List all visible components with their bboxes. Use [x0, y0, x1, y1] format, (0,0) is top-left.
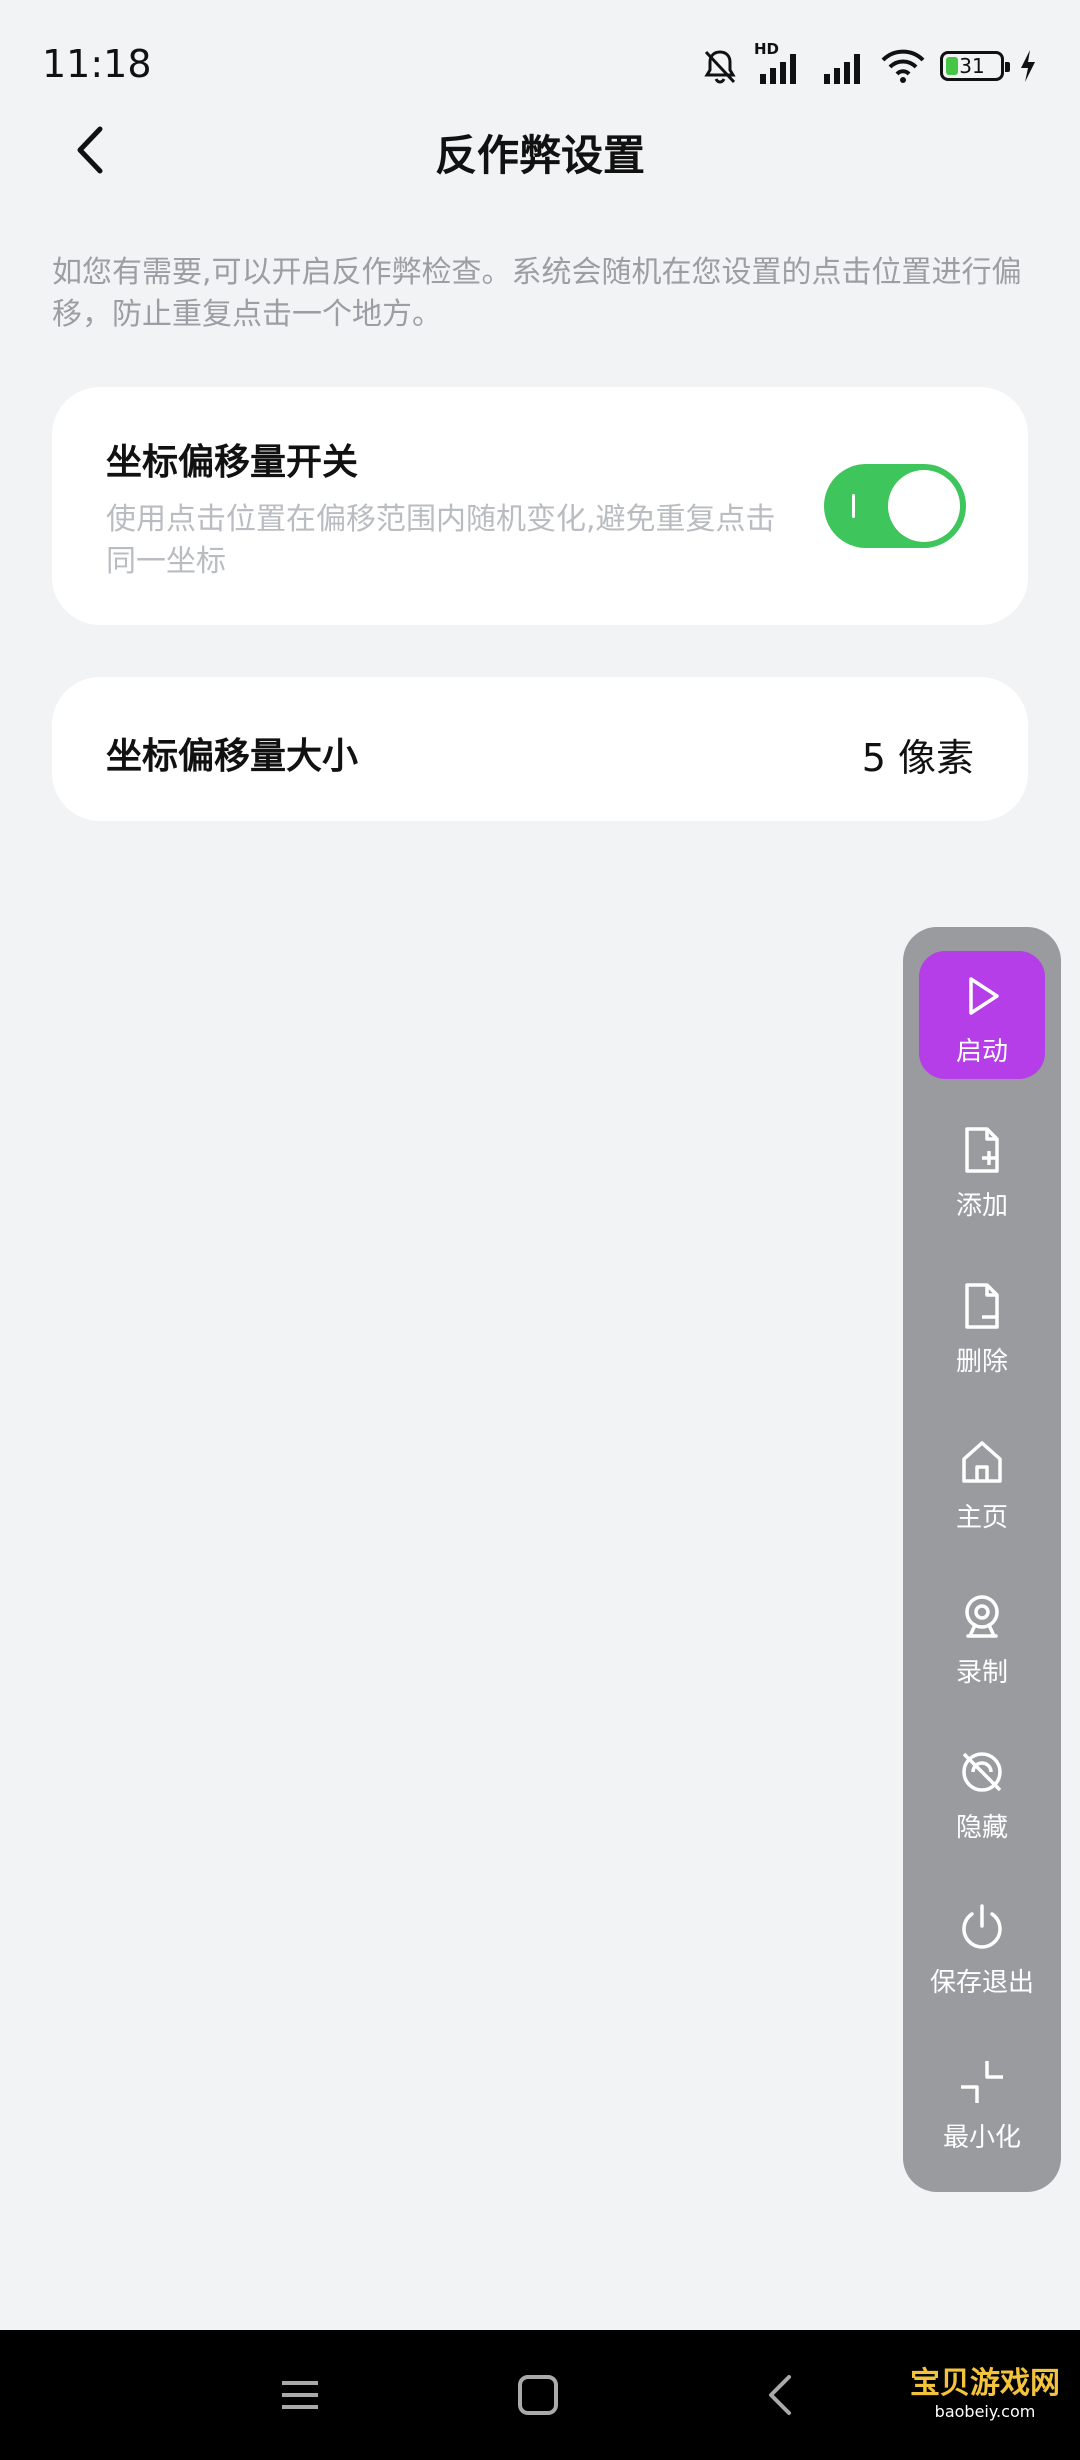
start-button[interactable]: 启动 [919, 951, 1045, 1079]
toggle-knob [888, 470, 960, 542]
delete-button[interactable]: 删除 [919, 1261, 1045, 1389]
record-label: 录制 [955, 1658, 1008, 1688]
status-time: 11:18 [42, 42, 152, 86]
floating-toolbar: 启动 添加 删除 主页 录制 隐藏 保存退出 最小化 [903, 927, 1061, 2192]
file-remove-icon [965, 1283, 999, 1329]
toggle-on-mark [852, 494, 855, 518]
save-exit-label: 保存退出 [929, 1968, 1034, 1998]
menu-icon [282, 2381, 318, 2409]
nav-header: 反作弊设置 [0, 110, 1080, 190]
bell-muted-icon [704, 50, 736, 84]
home-label: 主页 [955, 1503, 1008, 1533]
offset-toggle-description: 使用点击位置在偏移范围内随机变化,避免重复点击同一坐标 [106, 502, 776, 579]
watermark: 宝贝游戏网 baobeiy.com [910, 2358, 1060, 2421]
offset-size-row[interactable]: 坐标偏移量大小 5 像素 [52, 677, 1028, 821]
watermark-url: baobeiy.com [934, 2402, 1036, 2421]
home-icon [962, 1441, 1002, 1483]
file-add-icon [965, 1127, 999, 1173]
charging-icon [1021, 50, 1035, 82]
signal-icon [824, 54, 860, 84]
hide-button[interactable]: 隐藏 [919, 1727, 1045, 1855]
home-nav-button[interactable] [508, 2365, 568, 2425]
save-exit-button[interactable]: 保存退出 [919, 1882, 1045, 2010]
power-icon [962, 1904, 1002, 1949]
square-icon [518, 2375, 558, 2415]
system-nav-bar: 宝贝游戏网 baobeiy.com [0, 2330, 1080, 2460]
delete-label: 删除 [955, 1347, 1008, 1377]
webcam-icon [965, 1595, 999, 1638]
battery-level: 31 [959, 54, 985, 78]
back-icon [769, 2375, 791, 2415]
wifi-icon [881, 49, 925, 83]
page-title: 反作弊设置 [434, 131, 645, 180]
offset-size-label: 坐标偏移量大小 [106, 736, 359, 777]
watermark-title: 宝贝游戏网 [910, 2366, 1060, 2401]
hide-label: 隐藏 [955, 1813, 1008, 1843]
battery-fill [946, 57, 958, 75]
minimize-icon [961, 2061, 1003, 2103]
battery-nub [1005, 62, 1010, 72]
play-icon [969, 977, 999, 1015]
back-nav-button[interactable] [750, 2365, 810, 2425]
battery-icon: 31 [940, 51, 1010, 81]
hide-icon [962, 1752, 1002, 1792]
offset-toggle-switch[interactable] [824, 464, 966, 548]
minimize-label: 最小化 [942, 2123, 1021, 2153]
menu-button[interactable] [270, 2365, 330, 2425]
home-button[interactable]: 主页 [919, 1417, 1045, 1545]
signal-icon: HD [754, 40, 806, 86]
status-icons: HD 31 [700, 40, 1038, 88]
page-description: 如您有需要,可以开启反作弊检查。系统会随机在您设置的点击位置进行偏移，防止重复点… [52, 255, 1022, 332]
add-label: 添加 [955, 1191, 1008, 1221]
minimize-button[interactable]: 最小化 [919, 2037, 1045, 2165]
add-button[interactable]: 添加 [919, 1105, 1045, 1233]
offset-toggle-title: 坐标偏移量开关 [106, 442, 359, 483]
record-button[interactable]: 录制 [919, 1572, 1045, 1700]
offset-toggle-card: 坐标偏移量开关 使用点击位置在偏移范围内随机变化,避免重复点击同一坐标 [52, 387, 1028, 625]
offset-size-value: 5 像素 [861, 736, 974, 780]
start-label: 启动 [955, 1037, 1008, 1067]
